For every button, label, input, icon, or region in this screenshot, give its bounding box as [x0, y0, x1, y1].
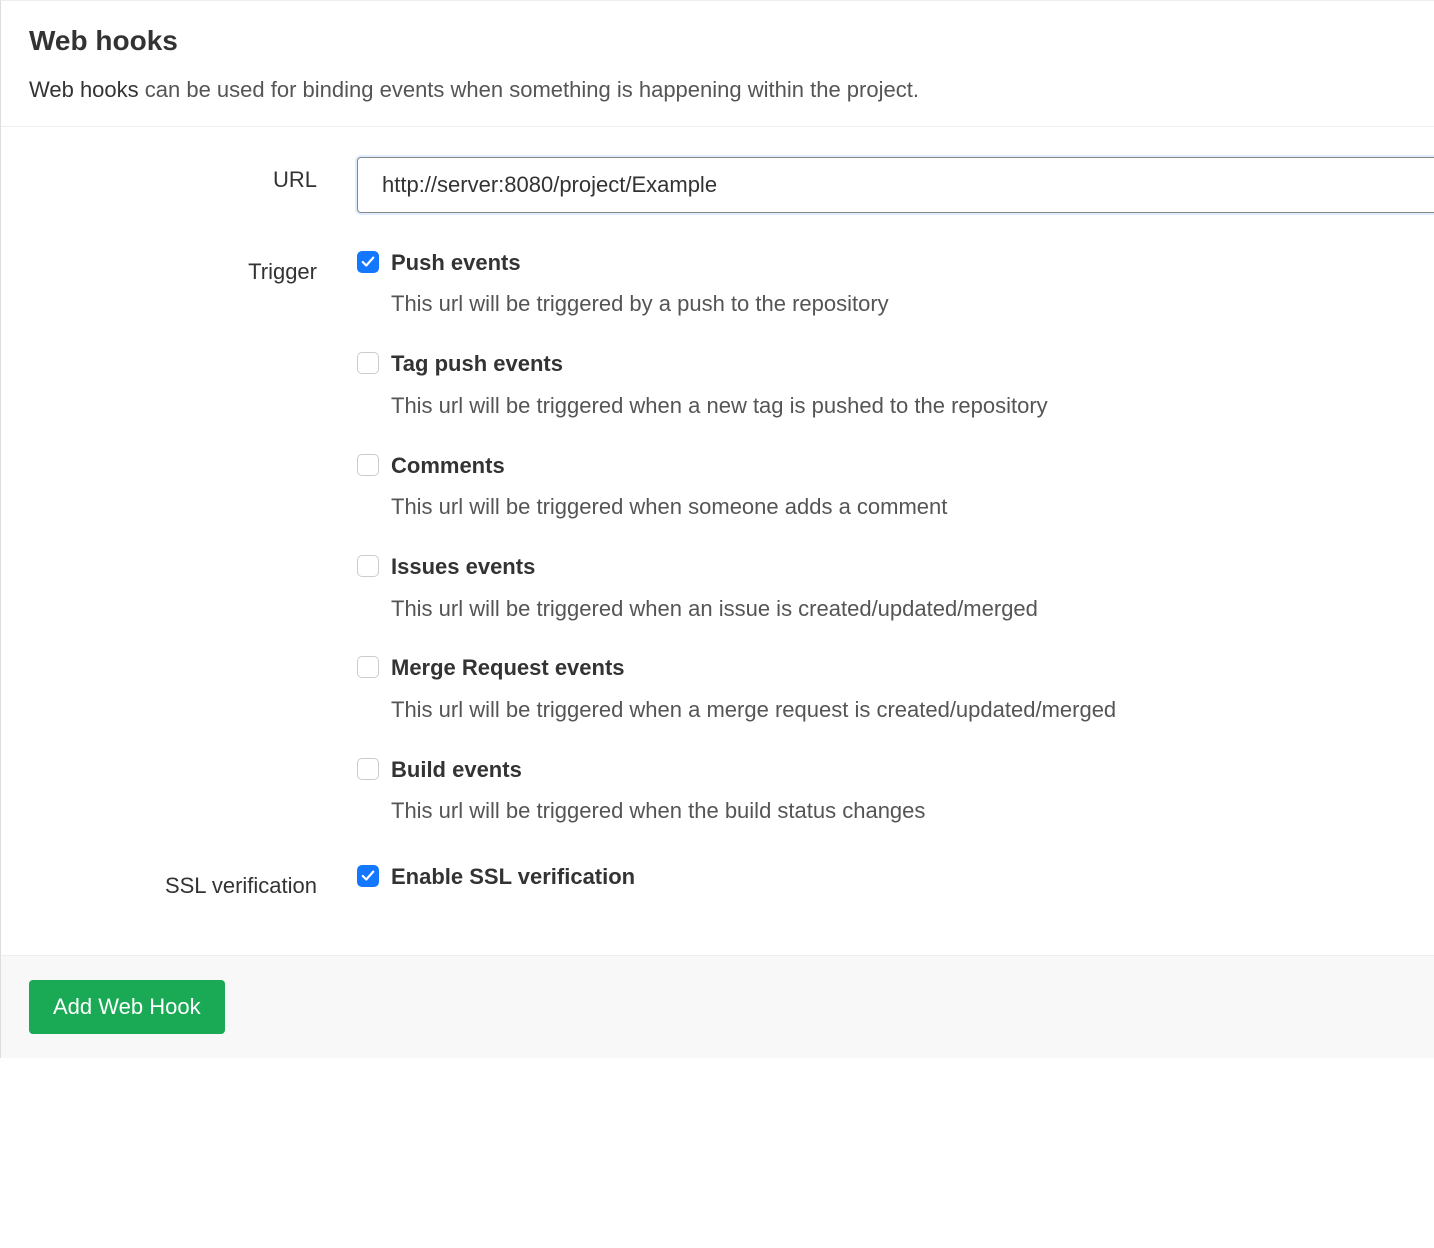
trigger-title: Issues events — [391, 553, 1434, 582]
merge-request-events-checkbox[interactable] — [357, 656, 379, 678]
trigger-label: Trigger — [1, 249, 357, 285]
trigger-title: Merge Request events — [391, 654, 1434, 683]
url-input[interactable] — [357, 157, 1434, 213]
ssl-control: Enable SSL verification — [357, 863, 1434, 892]
build-events-checkbox[interactable] — [357, 758, 379, 780]
page-title: Web hooks — [29, 25, 1406, 57]
enable-ssl-checkbox[interactable] — [357, 865, 379, 887]
trigger-desc: This url will be triggered when an issue… — [391, 594, 1434, 625]
ssl-option: Enable SSL verification — [357, 863, 1434, 892]
trigger-desc: This url will be triggered when a new ta… — [391, 391, 1434, 422]
trigger-title: Tag push events — [391, 350, 1434, 379]
url-label: URL — [1, 157, 357, 193]
trigger-title: Push events — [391, 249, 1434, 278]
trigger-options: Push events This url will be triggered b… — [357, 249, 1434, 827]
issues-events-checkbox[interactable] — [357, 555, 379, 577]
trigger-title: Comments — [391, 452, 1434, 481]
page-description-rest: can be used for binding events when some… — [139, 77, 919, 102]
trigger-build-events: Build events This url will be triggered … — [357, 756, 1434, 827]
page-description-emph: Web hooks — [29, 77, 139, 102]
trigger-desc: This url will be triggered when a merge … — [391, 695, 1434, 726]
trigger-title: Build events — [391, 756, 1434, 785]
url-row: URL — [1, 157, 1434, 213]
trigger-tag-push-events: Tag push events This url will be trigger… — [357, 350, 1434, 421]
trigger-row: Trigger Push events This url will be tri… — [1, 249, 1434, 827]
trigger-merge-request-events: Merge Request events This url will be tr… — [357, 654, 1434, 725]
url-control — [357, 157, 1434, 213]
trigger-comments: Comments This url will be triggered when… — [357, 452, 1434, 523]
ssl-option-label: Enable SSL verification — [391, 863, 1434, 892]
webhooks-panel: Web hooks Web hooks can be used for bind… — [0, 0, 1434, 1058]
ssl-label: SSL verification — [1, 863, 357, 899]
trigger-desc: This url will be triggered when someone … — [391, 492, 1434, 523]
comments-checkbox[interactable] — [357, 454, 379, 476]
tag-push-events-checkbox[interactable] — [357, 352, 379, 374]
panel-footer: Add Web Hook — [1, 955, 1434, 1058]
trigger-desc: This url will be triggered when the buil… — [391, 796, 1434, 827]
push-events-checkbox[interactable] — [357, 251, 379, 273]
page-description: Web hooks can be used for binding events… — [29, 75, 1406, 106]
trigger-issues-events: Issues events This url will be triggered… — [357, 553, 1434, 624]
trigger-push-events: Push events This url will be triggered b… — [357, 249, 1434, 320]
check-icon — [361, 255, 375, 269]
add-webhook-button[interactable]: Add Web Hook — [29, 980, 225, 1034]
panel-header: Web hooks Web hooks can be used for bind… — [1, 1, 1434, 127]
trigger-desc: This url will be triggered by a push to … — [391, 289, 1434, 320]
webhook-form: URL Trigger Push events This url will be… — [1, 127, 1434, 955]
ssl-row: SSL verification Enable SSL verification — [1, 863, 1434, 899]
check-icon — [361, 869, 375, 883]
